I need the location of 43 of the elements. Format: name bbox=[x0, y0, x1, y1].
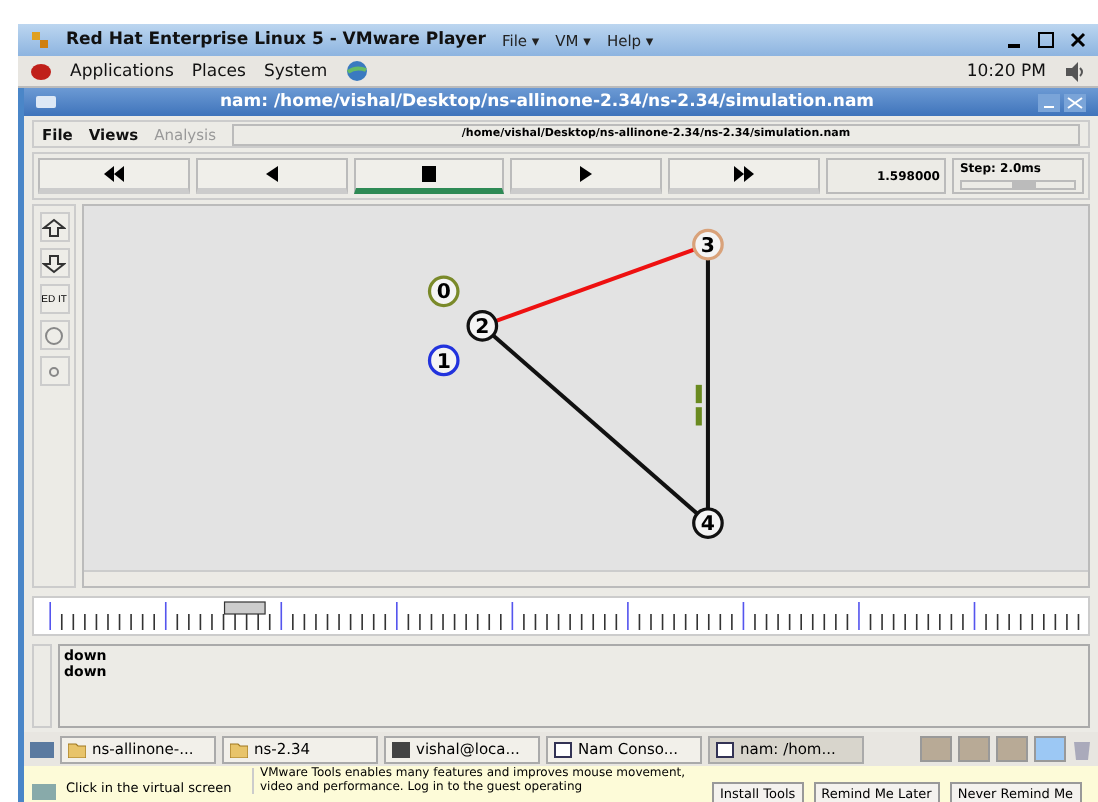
forward-icon bbox=[732, 166, 757, 182]
small-circle-button[interactable] bbox=[39, 356, 69, 386]
big-circle-button[interactable] bbox=[39, 320, 69, 350]
folder-icon bbox=[230, 741, 248, 757]
circle-icon bbox=[48, 365, 60, 377]
zoom-in-button[interactable] bbox=[39, 212, 69, 242]
panel-menu[interactable]: System bbox=[263, 61, 328, 81]
vertical-scrollbar[interactable] bbox=[32, 644, 52, 728]
panel-menu[interactable]: Applications bbox=[70, 61, 174, 81]
panel-menu[interactable]: Places bbox=[191, 61, 246, 81]
queue-marker bbox=[695, 384, 702, 426]
clock[interactable]: 10:20 PM bbox=[966, 61, 1046, 81]
maximize-icon[interactable] bbox=[1038, 32, 1054, 48]
forward-button[interactable] bbox=[668, 158, 820, 194]
globe-icon[interactable] bbox=[345, 60, 368, 82]
vmware-logo-icon bbox=[30, 30, 50, 50]
window-title: nam: /home/vishal/Desktop/ns-allinone-2.34/ns-2.34/simulation.nam bbox=[219, 92, 875, 112]
node[interactable]: 3 bbox=[692, 228, 724, 261]
show-desktop-icon[interactable] bbox=[30, 738, 54, 760]
hat-icon[interactable] bbox=[30, 62, 52, 80]
zoom-in-icon bbox=[42, 217, 66, 237]
horizontal-scrollbar[interactable] bbox=[84, 570, 1088, 586]
speaker-icon[interactable] bbox=[1064, 61, 1086, 81]
terminal-icon bbox=[392, 741, 410, 757]
circle-icon bbox=[44, 325, 64, 345]
window-title: Red Hat Enterprise Linux 5 - VMware Player bbox=[66, 30, 486, 50]
keyboard-icon bbox=[32, 784, 56, 800]
zoom-out-icon bbox=[42, 253, 66, 273]
window-icon bbox=[554, 741, 572, 757]
zoom-out-button[interactable] bbox=[39, 248, 69, 278]
trash-icon[interactable] bbox=[1072, 738, 1092, 760]
node[interactable]: 0 bbox=[427, 275, 460, 308]
stop-button[interactable] bbox=[353, 158, 505, 194]
window-icon bbox=[716, 741, 734, 757]
stop-icon bbox=[416, 166, 441, 182]
node[interactable]: 1 bbox=[427, 344, 460, 377]
close-icon[interactable] bbox=[1070, 32, 1086, 48]
folder-icon bbox=[68, 741, 86, 757]
rewind-button[interactable] bbox=[38, 158, 190, 194]
node[interactable]: 2 bbox=[466, 310, 499, 342]
step-slider[interactable] bbox=[959, 180, 1076, 190]
rewind-icon bbox=[101, 166, 126, 182]
node[interactable]: 4 bbox=[692, 507, 724, 539]
